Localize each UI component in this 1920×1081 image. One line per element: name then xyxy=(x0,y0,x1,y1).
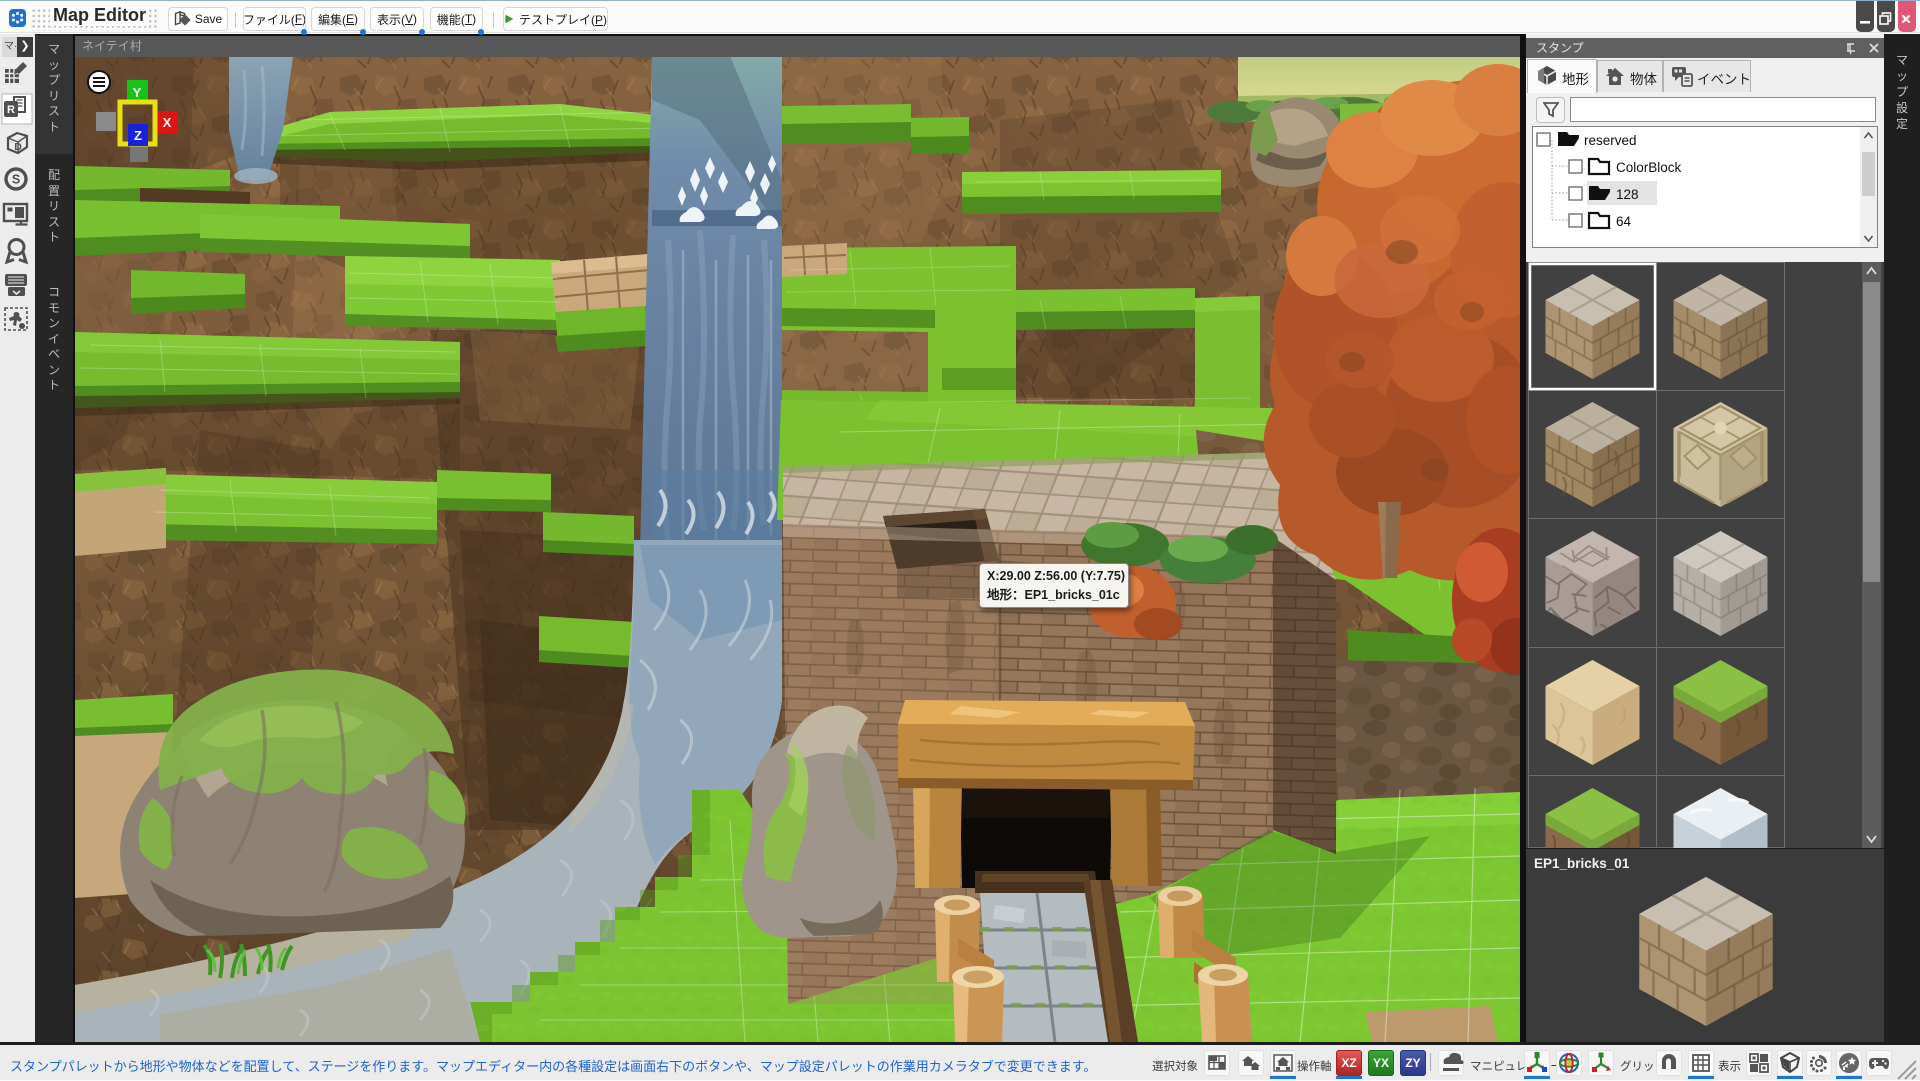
svg-text:64: 64 xyxy=(1616,214,1632,229)
svg-text:D: D xyxy=(14,141,22,153)
svg-text:X: X xyxy=(163,115,172,130)
svg-text:128: 128 xyxy=(1616,187,1639,202)
svg-text:Y: Y xyxy=(133,85,142,100)
svg-text:S: S xyxy=(12,173,20,187)
svg-text:ColorBlock: ColorBlock xyxy=(1616,160,1682,175)
svg-text:Z: Z xyxy=(134,128,142,143)
svg-text:reserved: reserved xyxy=(1584,133,1637,148)
svg-text:R: R xyxy=(7,104,15,116)
